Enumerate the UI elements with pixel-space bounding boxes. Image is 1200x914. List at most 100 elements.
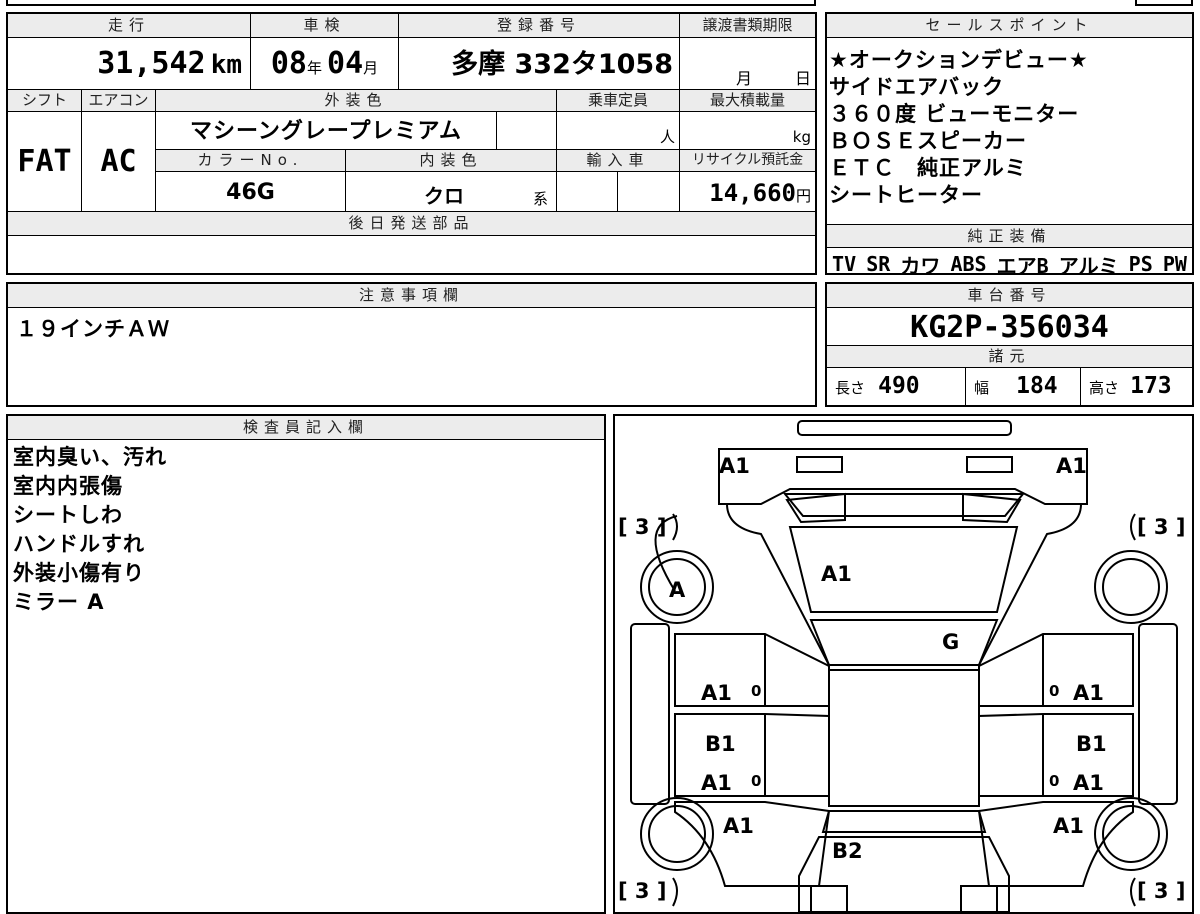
month-unit: 月: [363, 59, 379, 77]
aircon-header: エアコン: [81, 90, 155, 112]
zero-mark: 0: [1049, 772, 1059, 790]
aircon-value: AC: [81, 112, 155, 212]
capacity-unit: 人: [659, 128, 675, 146]
inspector-box: 検査員記入欄 室内臭い、汚れ 室内内張傷 シートしわ ハンドルすれ 外装小傷有り…: [6, 414, 606, 914]
max-load-header: 最大積載量: [679, 90, 815, 112]
recycle-fee-header: リサイクル預託金: [679, 150, 815, 172]
mileage-cell: 31,542 km: [8, 38, 250, 90]
plate-header: 登録番号: [398, 14, 679, 38]
exterior-color-extra: [496, 112, 556, 150]
sales-point-item: サイドエアバック: [829, 75, 1005, 99]
mark-rear: B2: [832, 839, 863, 863]
spec-length-value: 490: [878, 373, 920, 399]
import-cell-2: [617, 172, 679, 212]
rear-left-wheel: [640, 797, 714, 871]
shaken-cell: 08年 04月: [250, 38, 398, 90]
rear-glass: [821, 810, 987, 833]
shift-header: シフト: [8, 90, 81, 112]
capacity-header: 乗車定員: [556, 90, 679, 112]
mark-left-rear-fender: A1: [723, 814, 754, 838]
sales-point-item: ３６０度 ビューモニター: [829, 102, 1080, 126]
import-header: 輸入車: [556, 150, 679, 172]
right-headlight: [966, 456, 1013, 473]
mark-front-left: A1: [719, 454, 750, 478]
spec-width-value: 184: [1016, 373, 1058, 399]
tire-mark-tl: [ 3 ]: [618, 515, 666, 539]
equipment-item: SR: [866, 252, 891, 273]
sales-points-box: セールスポイント ★オークションデビュー★ サイドエアバック ３６０度 ビューモ…: [825, 12, 1194, 275]
deadline-day-unit: 日: [795, 69, 812, 88]
mark-hood: A1: [821, 562, 852, 586]
shaken-header: 車検: [250, 14, 398, 38]
interior-color-suffix: 系: [533, 190, 549, 208]
top-cropped-strip: [6, 0, 816, 6]
tire-mark-bl: [ 3 ]: [618, 879, 666, 903]
roof: [828, 669, 980, 807]
spec-height: 高さ 173: [1080, 368, 1192, 405]
front-right-wheel: [1094, 550, 1168, 624]
year-unit: 年: [306, 59, 322, 77]
windshield: [809, 619, 999, 666]
sales-point-item: ★オークションデビュー★: [829, 48, 1089, 72]
interior-color-cell: クロ 系: [345, 172, 556, 212]
equipment-item: カワ: [900, 253, 941, 274]
transfer-deadline-cell: 月 日: [679, 38, 815, 90]
sales-point-item: ＥＴＣ 純正アルミ: [829, 156, 1027, 180]
mark-right-front-door: A1: [1073, 681, 1104, 705]
sales-points-header: セールスポイント: [827, 14, 1192, 38]
inspector-header: 検査員記入欄: [8, 416, 604, 440]
recycle-fee-value: 14,660: [709, 179, 796, 207]
mileage-unit: km: [210, 50, 242, 80]
right-sill: [1138, 623, 1178, 805]
shift-value: FAT: [8, 112, 81, 212]
interior-color-header: 内装色: [345, 150, 556, 172]
later-parts-value: [8, 236, 815, 273]
zero-mark: 0: [751, 772, 761, 790]
rear-left-light: [810, 885, 848, 912]
standard-equipment-header: 純正装備: [827, 224, 1192, 248]
exterior-color-value: マシーングレープレミアム: [155, 112, 496, 150]
max-load-unit: kg: [792, 128, 811, 146]
import-cell-1: [556, 172, 617, 212]
inspector-note: ハンドルすれ: [13, 532, 145, 556]
left-sill: [630, 623, 670, 805]
damage-diagram-box: A1 A1 A1 A G A1 A1 B1 A1 B1 A1 A1 A1 B2 …: [613, 414, 1194, 914]
exterior-color-header: 外装色: [155, 90, 556, 112]
mark-front-left-wheel: A: [669, 578, 686, 602]
equipment-item: エアB: [996, 253, 1049, 274]
equipment-item: PS: [1128, 252, 1153, 273]
shaken-month: 04: [327, 46, 364, 81]
rear-body: [798, 836, 1010, 912]
mark-right-rear-door-2: A1: [1073, 771, 1104, 795]
front-bumper: [797, 420, 1012, 436]
mark-right-rear-fender: A1: [1053, 814, 1084, 838]
inspector-note: 室内内張傷: [13, 474, 123, 498]
mileage-header: 走行: [8, 14, 250, 38]
bracket-bl-right: [672, 877, 678, 907]
zero-mark: 0: [751, 682, 761, 700]
mark-windshield: G: [942, 630, 959, 654]
inspector-note: 室内臭い、汚れ: [13, 445, 167, 469]
spec-height-label: 高さ: [1089, 379, 1120, 397]
deadline-month-unit: 月: [736, 69, 753, 88]
spec-length-label: 長さ: [835, 379, 866, 397]
zero-mark: 0: [1049, 682, 1059, 700]
mark-front-right: A1: [1056, 454, 1087, 478]
rear-right-light: [960, 885, 998, 912]
left-headlight: [796, 456, 843, 473]
bracket-tr-left: [1130, 513, 1136, 541]
top-cropped-strip-right: [1135, 0, 1193, 6]
mark-left-rear-door-2: A1: [701, 771, 732, 795]
notes-header: 注意事項欄: [8, 284, 815, 308]
mark-left-rear-door-1: B1: [705, 732, 736, 756]
rear-right-wheel: [1094, 797, 1168, 871]
capacity-cell: 人: [556, 112, 679, 150]
inspector-note: 外装小傷有り: [13, 561, 145, 585]
car-diagram: A1 A1 A1 A G A1 A1 B1 A1 B1 A1 A1 A1 B2 …: [618, 420, 1185, 912]
spec-height-value: 173: [1130, 373, 1172, 399]
tire-mark-br: [ 3 ]: [1137, 879, 1185, 903]
chassis-number-value: KG2P-356034: [827, 308, 1192, 346]
mark-right-rear-door-1: B1: [1076, 732, 1107, 756]
spec-length: 長さ 490: [827, 368, 965, 405]
sales-point-item: シートヒーター: [829, 183, 983, 207]
